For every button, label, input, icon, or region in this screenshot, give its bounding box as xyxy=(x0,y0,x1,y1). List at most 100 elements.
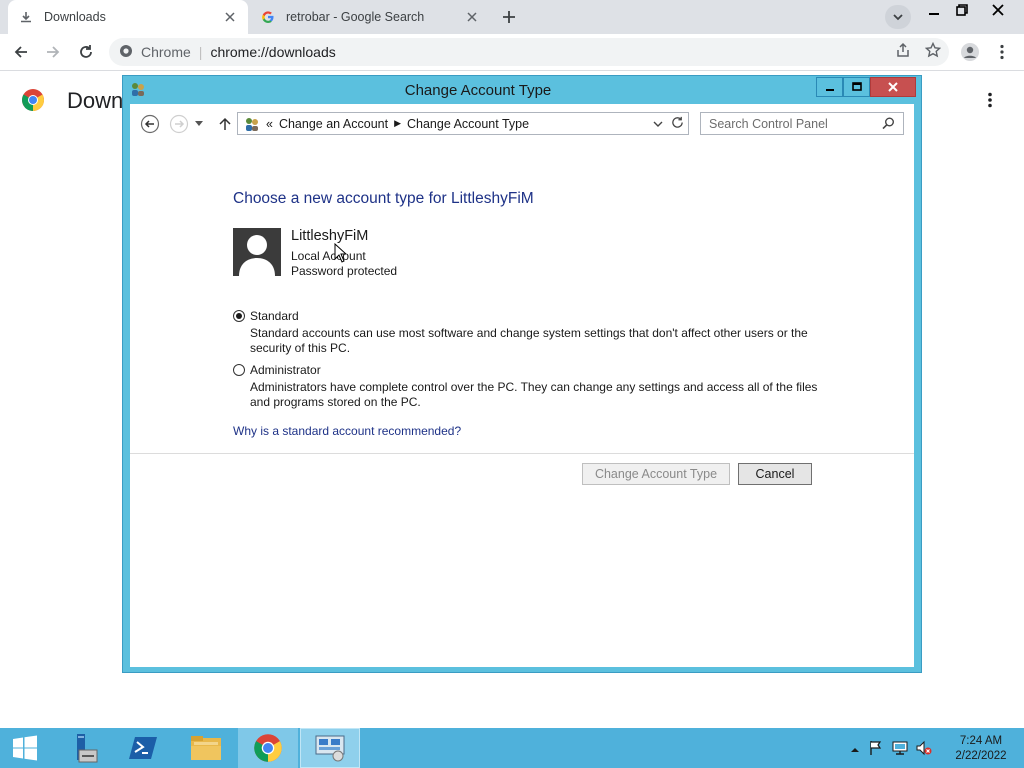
file-explorer-taskbar-item[interactable] xyxy=(176,728,236,768)
arrow-left-icon xyxy=(14,46,27,58)
close-icon[interactable] xyxy=(222,9,238,25)
search-icon[interactable] xyxy=(882,117,895,133)
google-icon xyxy=(260,9,276,25)
breadcrumb-item-change-account-type[interactable]: Change Account Type xyxy=(407,117,529,131)
radio-standard[interactable]: Standard xyxy=(233,309,299,323)
arrow-right-circle-icon xyxy=(169,114,189,134)
chevron-down-icon[interactable] xyxy=(653,117,663,131)
divider xyxy=(130,453,914,454)
window-title: Change Account Type xyxy=(404,82,552,99)
chrome-icon xyxy=(254,734,282,762)
refresh-icon[interactable] xyxy=(671,116,684,132)
powershell-icon xyxy=(129,737,157,759)
close-icon[interactable] xyxy=(464,9,480,25)
radio-label-standard[interactable]: Standard xyxy=(250,309,299,323)
network-icon[interactable] xyxy=(892,740,908,759)
more-vertical-icon xyxy=(988,92,992,108)
standard-description: Standard accounts can use most software … xyxy=(250,326,808,355)
radio-label-administrator[interactable]: Administrator xyxy=(250,363,321,377)
profile-avatar[interactable] xyxy=(957,39,983,65)
chevron-right-icon[interactable]: ▶ xyxy=(394,118,401,129)
user-silhouette-icon xyxy=(239,235,275,276)
account-kind: Local Account xyxy=(291,249,366,263)
tab-downloads[interactable]: Downloads xyxy=(8,0,248,34)
powershell-taskbar-item[interactable] xyxy=(114,728,174,768)
chrome-taskbar-item[interactable] xyxy=(238,728,298,768)
change-account-type-button[interactable]: Change Account Type xyxy=(582,463,730,485)
clock-date: 2/22/2022 xyxy=(955,750,1007,762)
chrome-logo-icon xyxy=(21,88,45,115)
restore-icon xyxy=(956,4,968,16)
dialog-content: « Change an Account ▶ Change Account Typ… xyxy=(130,104,914,667)
server-manager-taskbar-item[interactable] xyxy=(52,728,112,768)
radio-administrator[interactable]: Administrator xyxy=(233,363,321,377)
browser-tab-strip: Downloads retrobar - Google Search xyxy=(0,0,1024,34)
download-icon xyxy=(18,9,34,25)
site-name: Chrome xyxy=(141,44,191,60)
minimize-window-button[interactable] xyxy=(920,0,948,20)
arrow-left-circle-icon xyxy=(140,114,160,134)
forward-button[interactable] xyxy=(168,113,190,135)
recent-locations-dropdown[interactable] xyxy=(192,113,206,135)
folder-icon xyxy=(191,736,221,760)
tab-google-search[interactable]: retrobar - Google Search xyxy=(250,0,490,34)
taskbar: 7:24 AM 2/22/2022 xyxy=(0,728,1024,768)
reload-button[interactable] xyxy=(73,39,99,65)
close-icon xyxy=(992,4,1004,16)
dialog-minimize-button[interactable] xyxy=(816,77,843,97)
breadcrumb-overflow[interactable]: « xyxy=(266,117,273,131)
close-icon xyxy=(888,82,898,92)
page-title: Down xyxy=(67,88,124,113)
user-avatar xyxy=(233,228,281,276)
new-tab-button[interactable] xyxy=(497,5,521,29)
search-placeholder: Search Control Panel xyxy=(709,116,828,131)
administrator-description: Administrators have complete control ove… xyxy=(250,380,818,409)
back-button[interactable] xyxy=(139,113,161,135)
show-hidden-icons-icon[interactable] xyxy=(850,743,860,757)
control-panel-icon xyxy=(315,735,345,762)
clock-time: 7:24 AM xyxy=(959,735,1003,747)
dialog-maximize-button[interactable] xyxy=(843,77,870,97)
share-icon[interactable] xyxy=(895,42,911,61)
minimize-icon xyxy=(825,89,834,91)
tab-title: Downloads xyxy=(44,10,106,24)
bookmark-star-icon[interactable] xyxy=(924,41,942,61)
forward-button[interactable] xyxy=(40,39,66,65)
plus-icon xyxy=(503,11,515,23)
downloads-menu-button[interactable] xyxy=(980,90,1000,110)
action-center-flag-icon[interactable] xyxy=(868,740,884,759)
page-heading: Choose a new account type for LittleshyF… xyxy=(233,190,534,207)
radio-button-unselected[interactable] xyxy=(233,364,245,376)
window-titlebar[interactable]: Change Account Type xyxy=(123,76,921,104)
radio-button-selected[interactable] xyxy=(233,310,245,322)
up-button[interactable] xyxy=(214,113,236,135)
account-icon xyxy=(961,43,979,61)
help-link[interactable]: Why is a standard account recommended? xyxy=(233,424,461,438)
system-tray xyxy=(850,740,932,759)
arrow-up-icon xyxy=(219,117,231,130)
change-account-type-window: Change Account Type « Change an Account … xyxy=(122,75,922,673)
search-input[interactable]: Search Control Panel xyxy=(700,112,904,135)
chevron-down-icon xyxy=(893,14,903,21)
address-bar[interactable]: Chrome | chrome://downloads xyxy=(109,38,949,66)
breadcrumb-item-change-an-account[interactable]: Change an Account xyxy=(279,117,388,131)
volume-muted-icon[interactable] xyxy=(916,740,932,759)
restore-window-button[interactable] xyxy=(948,0,976,20)
cancel-button[interactable]: Cancel xyxy=(738,463,812,485)
mouse-cursor-icon xyxy=(334,242,348,266)
taskbar-clock[interactable]: 7:24 AM 2/22/2022 xyxy=(948,734,1014,764)
browser-menu-button[interactable] xyxy=(989,39,1015,65)
close-window-button[interactable] xyxy=(984,0,1012,20)
tab-search-button[interactable] xyxy=(885,5,911,29)
back-button[interactable] xyxy=(8,39,34,65)
dialog-close-button[interactable] xyxy=(870,77,916,97)
chrome-page-icon xyxy=(119,44,133,61)
breadcrumb[interactable]: « Change an Account ▶ Change Account Typ… xyxy=(237,112,689,135)
omnibox-separator: | xyxy=(198,44,203,60)
control-panel-icon xyxy=(244,116,260,132)
windows-logo-icon xyxy=(13,735,37,761)
navigation-bar: « Change an Account ▶ Change Account Typ… xyxy=(130,104,914,144)
browser-toolbar: Chrome | chrome://downloads xyxy=(0,34,1024,71)
start-button[interactable] xyxy=(0,728,50,768)
control-panel-taskbar-item[interactable] xyxy=(300,728,360,768)
